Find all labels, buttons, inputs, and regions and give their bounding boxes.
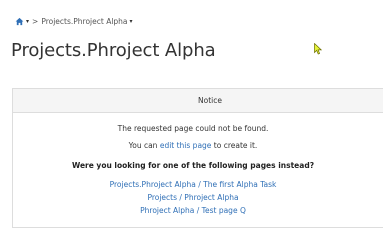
breadcrumb-separator: > <box>32 16 39 26</box>
not-found-message: The requested page could not be found. <box>117 124 269 133</box>
suggestion-link-phroject-alpha[interactable]: Projects / Phroject Alpha <box>147 193 238 202</box>
home-dropdown-caret-icon[interactable]: ▾ <box>26 18 29 25</box>
notice-panel: Notice The requested page could not be f… <box>12 88 383 228</box>
notice-header: Notice <box>13 89 383 113</box>
page: ▾ > Projects.Phroject Alpha ▾ Projects.P… <box>0 0 383 240</box>
home-icon[interactable] <box>15 17 24 26</box>
mouse-cursor-icon <box>314 43 322 55</box>
suggestion-item: Projects / Phroject Alpha <box>13 193 373 202</box>
create-page-message: You can edit this page to create it. <box>13 141 373 150</box>
breadcrumb: ▾ > Projects.Phroject Alpha ▾ <box>15 14 135 28</box>
suggestion-item: Phroject Alpha / Test page Q <box>13 206 373 215</box>
breadcrumb-dropdown-caret-icon[interactable]: ▾ <box>130 18 133 25</box>
suggestion-link-alpha-task[interactable]: Projects.Phroject Alpha / The first Alph… <box>110 180 277 189</box>
suggestion-heading: Were you looking for one of the followin… <box>71 161 315 170</box>
create-prefix: You can <box>128 141 160 150</box>
suggestion-item: Projects.Phroject Alpha / The first Alph… <box>13 180 373 189</box>
create-suffix: to create it. <box>211 141 258 150</box>
edit-this-page-link[interactable]: edit this page <box>160 141 212 150</box>
page-title: Projects.Phroject Alpha <box>11 40 216 61</box>
breadcrumb-current-page[interactable]: Projects.Phroject Alpha <box>41 17 127 26</box>
suggestion-link-test-page-q[interactable]: Phroject Alpha / Test page Q <box>140 206 246 215</box>
